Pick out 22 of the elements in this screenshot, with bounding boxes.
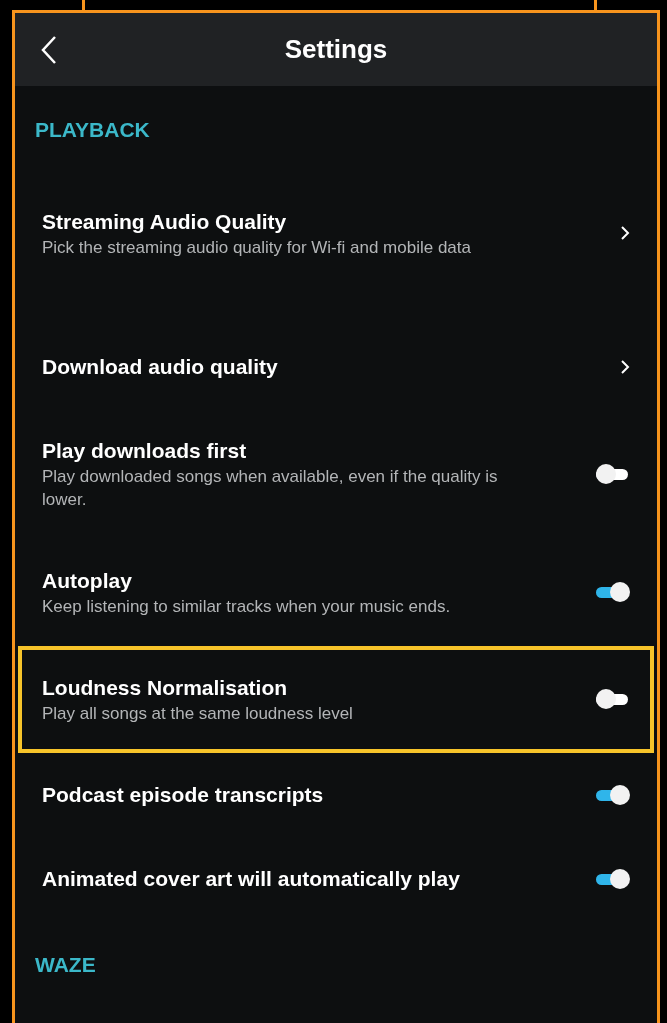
toggle-switch[interactable] xyxy=(596,463,630,484)
back-button[interactable] xyxy=(40,35,58,65)
setting-title: Play downloads first xyxy=(42,437,248,464)
setting-description: Pick the streaming audio quality for Wi-fi and mobile data xyxy=(42,236,472,259)
setting-description: Play downloaded songs when available, even if the quality is lower. xyxy=(42,465,499,511)
setting-title: Streaming Audio Quality xyxy=(42,208,288,235)
setting-description: Play all songs at the same loudness level xyxy=(42,702,354,725)
toggle-switch[interactable] xyxy=(596,582,630,602)
setting-description: Keep listening to similar tracks when your music ends. xyxy=(42,595,452,618)
chevron-right-icon[interactable] xyxy=(620,358,630,375)
section-heading: PLAYBACK xyxy=(34,117,151,143)
setting-title: Podcast episode transcripts xyxy=(42,781,325,808)
page-title: Settings xyxy=(284,33,388,66)
setting-title: Animated cover art will automatically play xyxy=(42,865,461,892)
section-heading: WAZE xyxy=(34,951,97,978)
toggle-switch[interactable] xyxy=(596,689,630,709)
toggle-switch[interactable] xyxy=(596,784,630,805)
chevron-right-icon[interactable] xyxy=(620,225,630,241)
setting-title: Autoplay xyxy=(42,567,133,594)
toggle-switch[interactable] xyxy=(596,868,630,889)
setting-title: Download audio quality xyxy=(42,353,279,380)
setting-title: Loudness Normalisation xyxy=(42,674,289,701)
